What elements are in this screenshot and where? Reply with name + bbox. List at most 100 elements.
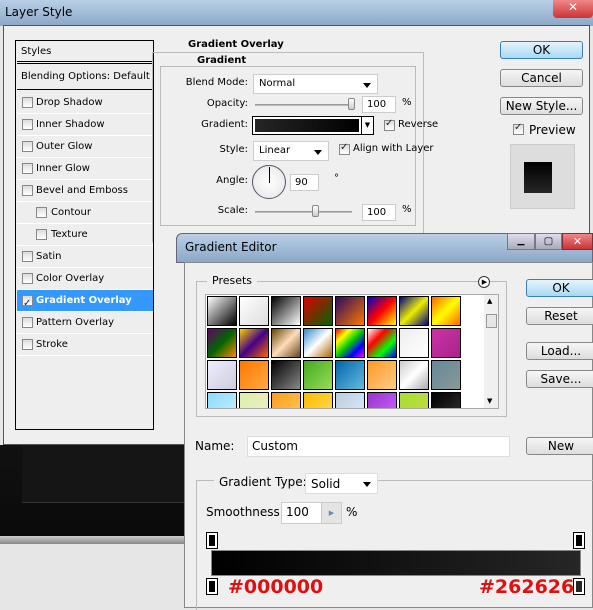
load-button[interactable]: Load... xyxy=(526,342,593,360)
preset-swatch[interactable] xyxy=(367,296,397,326)
checkbox[interactable] xyxy=(22,317,33,328)
preset-swatch[interactable] xyxy=(271,360,301,390)
angle-dial[interactable] xyxy=(252,165,286,199)
checkbox[interactable] xyxy=(22,119,33,130)
preset-swatch[interactable] xyxy=(239,360,269,390)
preset-swatch[interactable] xyxy=(207,392,237,408)
presets-scrollbar[interactable]: ▲ ▼ xyxy=(484,295,498,408)
scale-slider[interactable] xyxy=(255,211,352,213)
gradient-picker[interactable]: ▼ xyxy=(252,116,374,135)
preset-swatch[interactable] xyxy=(335,392,365,408)
preset-swatch[interactable] xyxy=(431,328,461,358)
close-button[interactable]: ✕ xyxy=(553,0,593,18)
scrollbar-thumb[interactable] xyxy=(486,314,497,328)
style-item-outer-glow[interactable]: Outer Glow xyxy=(17,136,153,158)
name-input[interactable]: Custom xyxy=(247,436,510,457)
style-item-inner-glow[interactable]: Inner Glow xyxy=(17,158,153,180)
new-style-button[interactable]: New Style... xyxy=(500,97,583,115)
preset-swatch[interactable] xyxy=(335,328,365,358)
checkbox[interactable] xyxy=(22,273,33,284)
preset-swatch[interactable] xyxy=(367,360,397,390)
opacity-slider[interactable] xyxy=(255,104,355,106)
style-item-drop-shadow[interactable]: Drop Shadow xyxy=(17,92,153,114)
preset-swatch[interactable] xyxy=(239,328,269,358)
styles-header[interactable]: Styles xyxy=(17,41,153,64)
align-with-layer-checkbox[interactable] xyxy=(339,142,350,155)
editor-ok-button[interactable]: OK xyxy=(526,279,593,297)
style-item-satin[interactable]: Satin xyxy=(17,246,153,268)
save-button[interactable]: Save... xyxy=(526,370,593,388)
style-item-gradient-overlay[interactable]: Gradient Overlay xyxy=(17,290,153,314)
preset-swatch[interactable] xyxy=(335,296,365,326)
reset-button[interactable]: Reset xyxy=(526,307,593,325)
style-item-color-overlay[interactable]: Color Overlay xyxy=(17,268,153,290)
preset-swatch[interactable] xyxy=(367,392,397,408)
style-item-bevel-and-emboss[interactable]: Bevel and Emboss xyxy=(17,180,153,202)
checkbox[interactable] xyxy=(22,339,33,350)
style-item-inner-shadow[interactable]: Inner Shadow xyxy=(17,114,153,136)
preset-swatch[interactable] xyxy=(399,296,429,326)
gradient-swatch[interactable] xyxy=(255,119,359,132)
scale-slider-thumb[interactable] xyxy=(312,205,319,217)
scale-input[interactable]: 100 xyxy=(362,204,396,221)
smoothness-stepper[interactable]: ▶ xyxy=(321,503,341,523)
color-stop-left[interactable] xyxy=(206,578,218,595)
cancel-button[interactable]: Cancel xyxy=(500,69,583,87)
preset-swatch[interactable] xyxy=(303,392,333,408)
preset-swatch[interactable] xyxy=(367,328,397,358)
minimize-button[interactable]: ▁ xyxy=(507,233,535,250)
opacity-slider-thumb[interactable] xyxy=(348,98,355,110)
preset-swatch[interactable] xyxy=(303,328,333,358)
preset-swatch[interactable] xyxy=(207,296,237,326)
checkbox[interactable] xyxy=(22,293,33,314)
preset-swatch[interactable] xyxy=(303,296,333,326)
preset-swatch[interactable] xyxy=(239,392,269,408)
preset-swatch[interactable] xyxy=(207,328,237,358)
gradient-type-select[interactable]: Solid xyxy=(305,473,378,494)
gradient-editor-close-button[interactable]: ✕ xyxy=(562,233,593,250)
preset-swatch[interactable] xyxy=(431,392,461,408)
checkbox[interactable] xyxy=(22,97,33,108)
style-item-label: Color Overlay xyxy=(36,273,105,284)
gradient-dropdown-icon[interactable]: ▼ xyxy=(361,117,373,134)
style-item-pattern-overlay[interactable]: Pattern Overlay xyxy=(17,312,153,334)
maximize-button[interactable]: ▢ xyxy=(535,233,562,250)
preset-swatch[interactable] xyxy=(271,328,301,358)
opacity-stop-left[interactable] xyxy=(206,532,218,549)
ok-button[interactable]: OK xyxy=(500,41,583,59)
scroll-down-icon[interactable]: ▼ xyxy=(487,397,492,405)
opacity-input[interactable]: 100 xyxy=(362,96,396,113)
preset-swatch[interactable] xyxy=(271,392,301,408)
style-item-contour[interactable]: Contour xyxy=(17,202,153,224)
preset-swatch[interactable] xyxy=(399,360,429,390)
preset-swatch[interactable] xyxy=(335,360,365,390)
checkbox[interactable] xyxy=(22,163,33,174)
preset-swatch[interactable] xyxy=(271,296,301,326)
checkbox[interactable] xyxy=(22,185,33,196)
new-button[interactable]: New xyxy=(526,437,593,455)
preview-checkbox[interactable] xyxy=(513,122,524,135)
checkbox[interactable] xyxy=(22,141,33,152)
presets-menu-icon[interactable]: ▶ xyxy=(478,276,490,288)
preset-swatch[interactable] xyxy=(303,360,333,390)
preset-swatch[interactable] xyxy=(399,392,429,408)
style-item-stroke[interactable]: Stroke xyxy=(17,334,153,356)
preset-swatch[interactable] xyxy=(207,360,237,390)
style-select[interactable]: Linear xyxy=(253,141,329,161)
gradient-bar[interactable] xyxy=(211,550,581,576)
checkbox[interactable] xyxy=(22,251,33,262)
color-stop-right[interactable] xyxy=(573,578,585,595)
reverse-checkbox[interactable] xyxy=(384,118,395,131)
checkbox[interactable] xyxy=(36,229,47,240)
blending-options[interactable]: Blending Options: Default xyxy=(17,66,153,90)
blend-mode-select[interactable]: Normal xyxy=(253,74,378,94)
preset-swatch[interactable] xyxy=(239,296,269,326)
style-item-texture[interactable]: Texture xyxy=(17,224,153,246)
preset-swatch[interactable] xyxy=(431,360,461,390)
checkbox[interactable] xyxy=(36,207,47,218)
opacity-stop-right[interactable] xyxy=(573,532,585,549)
scroll-up-icon[interactable]: ▲ xyxy=(487,297,492,305)
preset-swatch[interactable] xyxy=(399,328,429,358)
angle-input[interactable]: 90 xyxy=(290,174,319,191)
preset-swatch[interactable] xyxy=(431,296,461,326)
